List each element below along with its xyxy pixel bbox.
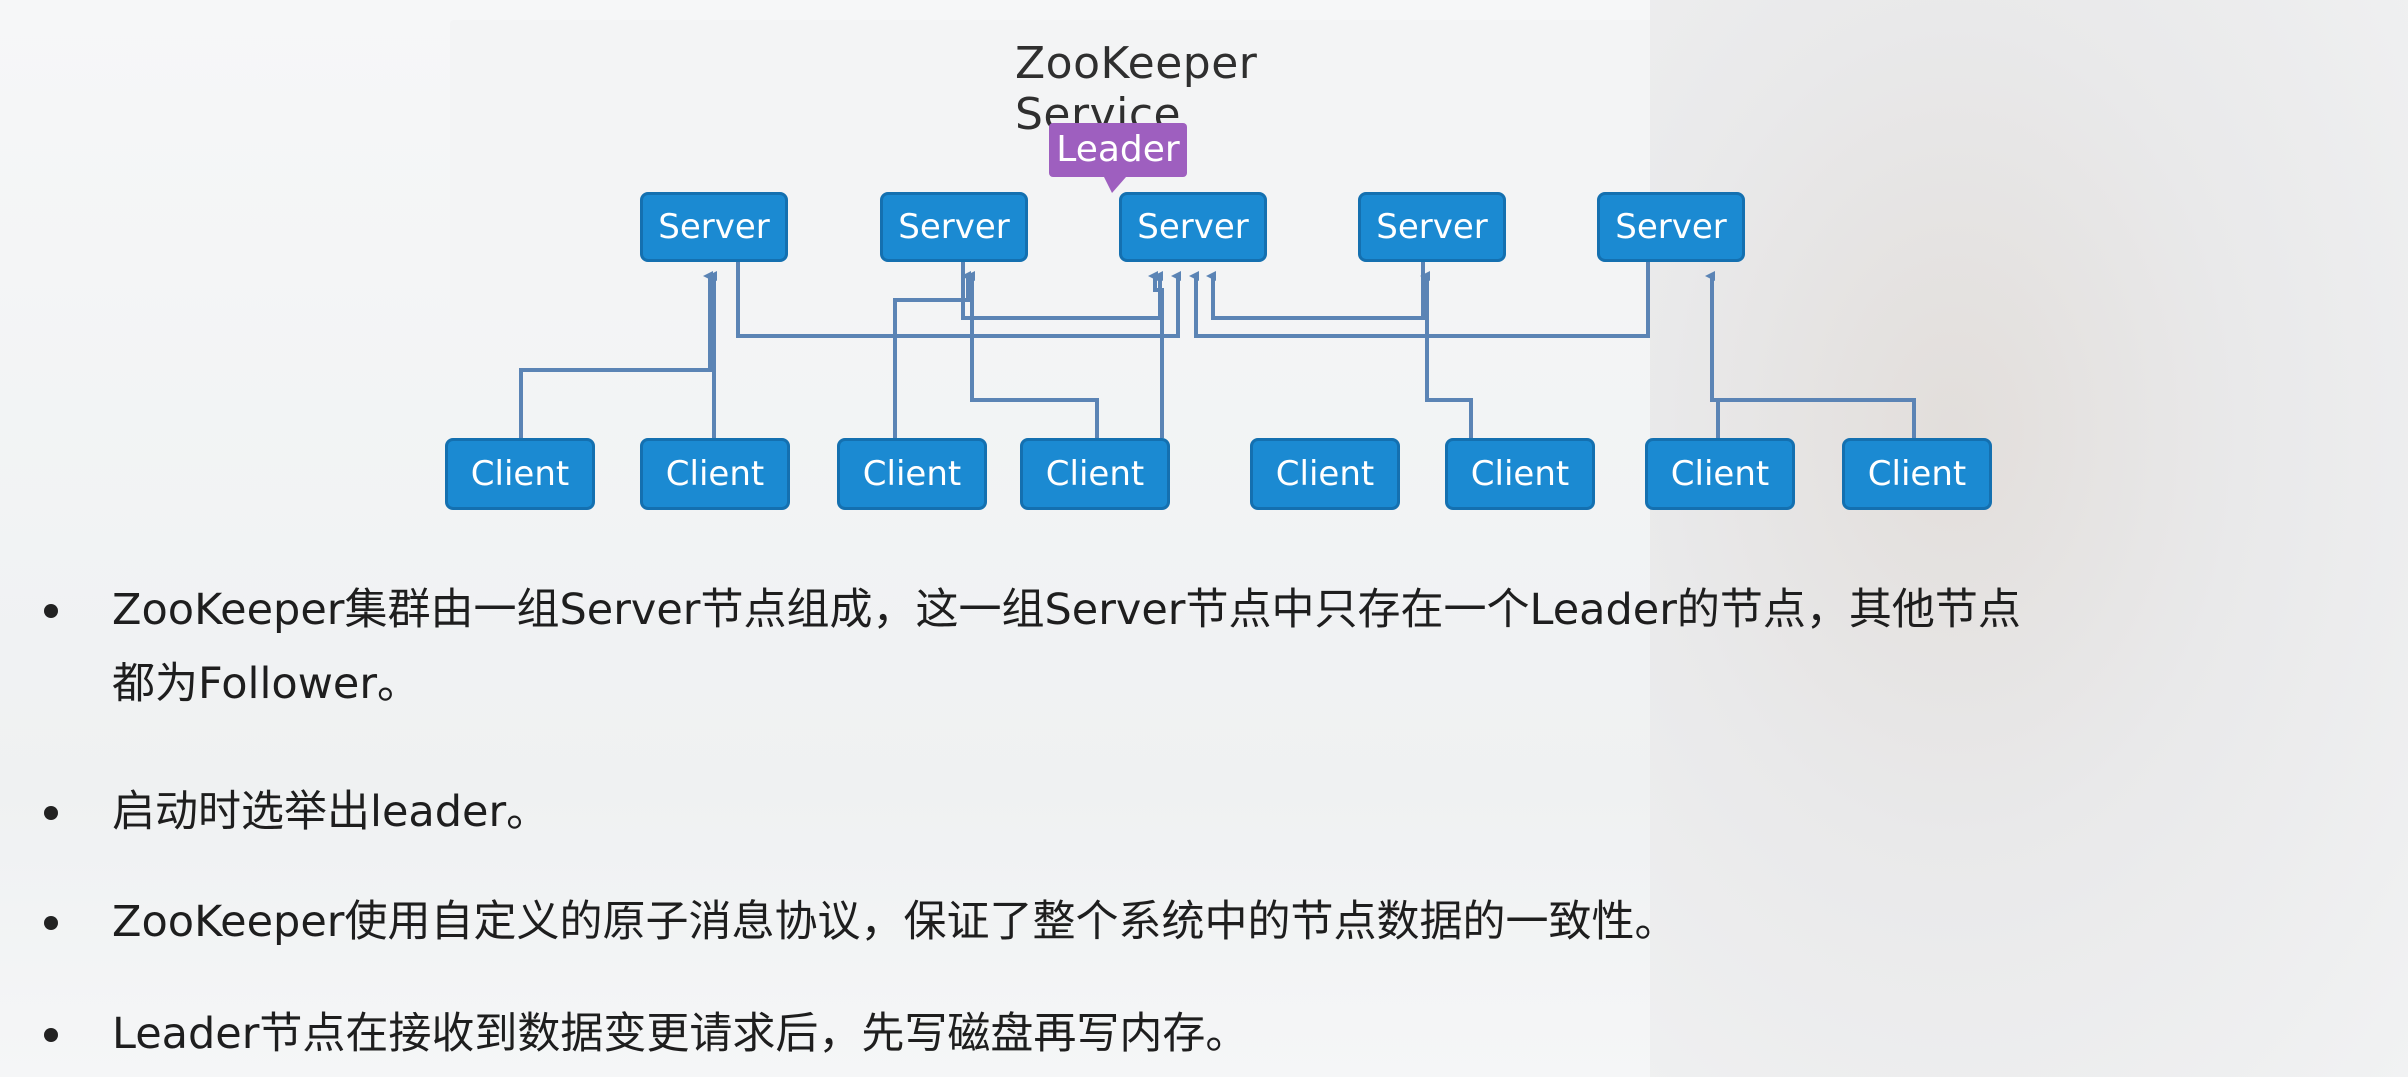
leader-server-node: Server	[1119, 192, 1267, 262]
server-node-4: Server	[1358, 192, 1506, 262]
client4-to-leader-line	[965, 271, 1099, 438]
client-node-6: Client	[1445, 438, 1595, 510]
client3-to-server2-line	[893, 271, 971, 438]
zookeeper-architecture-diagram: ZooKeeper Service Leader Server Server S…	[0, 0, 2408, 540]
server-node-2: Server	[880, 192, 1028, 262]
bullet-text-4: Leader节点在接收到数据变更请求后，先写磁盘再写内存。	[112, 1009, 1249, 1059]
client1-to-server1-line	[519, 271, 713, 438]
bullet-text-2: 启动时选举出leader。	[112, 787, 550, 837]
bullet-text-1-line1: ZooKeeper集群由一组Server节点组成，这一组Server节点中只存在…	[112, 585, 2021, 635]
client-node-7: Client	[1645, 438, 1795, 510]
client-node-5: Client	[1250, 438, 1400, 510]
server-node-1: Server	[640, 192, 788, 262]
bullet-dot	[44, 806, 58, 820]
leader-label: Leader	[1049, 123, 1187, 177]
bullet-dot	[44, 916, 58, 930]
bullet-text-1-line2: 都为Follower。	[112, 659, 421, 709]
client8-to-server5-line	[1712, 398, 1916, 438]
server-node-5: Server	[1597, 192, 1745, 262]
client-node-8: Client	[1842, 438, 1992, 510]
client-node-2: Client	[640, 438, 790, 510]
bullet-text-3: ZooKeeper使用自定义的原子消息协议，保证了整个系统中的节点数据的一致性。	[112, 897, 1678, 947]
client-node-1: Client	[445, 438, 595, 510]
bullet-dot	[44, 1028, 58, 1042]
server4-to-leader-line	[1206, 262, 1425, 320]
server2-to-leader-line	[961, 262, 1163, 320]
client-node-4: Client	[1020, 438, 1170, 510]
leader-label-pointer	[1104, 177, 1126, 193]
bullet-dot	[44, 604, 58, 618]
client-node-3: Client	[837, 438, 987, 510]
client7-to-server5-line	[1705, 271, 1720, 438]
client6-to-server4-line	[1420, 271, 1473, 438]
